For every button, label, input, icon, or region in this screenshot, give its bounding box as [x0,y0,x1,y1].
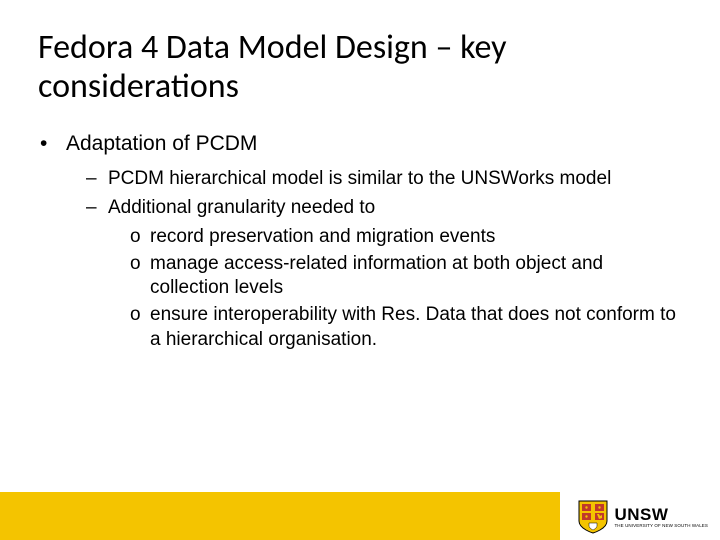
list-item: o record preservation and migration even… [130,225,680,250]
bullet-dash-icon: – [86,196,108,221]
bullet-dash-icon: – [86,167,108,192]
list-text: PCDM hierarchical model is similar to th… [108,167,611,192]
bullet-circle-icon: o [130,225,150,250]
slide-footer: UNSW THE UNIVERSITY OF NEW SOUTH WALES [0,492,720,540]
list-item: o manage access-related information at b… [130,252,680,301]
logo-sub-text: THE UNIVERSITY OF NEW SOUTH WALES [614,524,708,529]
crest-icon [578,500,608,534]
list-item: – Additional granularity needed to [86,196,680,221]
list-text: Adaptation of PCDM [66,130,257,157]
slide-body: • Adaptation of PCDM – PCDM hierarchical… [0,116,720,352]
logo-text: UNSW THE UNIVERSITY OF NEW SOUTH WALES [614,506,708,529]
bullet-circle-icon: o [130,252,150,301]
unsw-logo: UNSW THE UNIVERSITY OF NEW SOUTH WALES [578,500,708,534]
footer-accent-bar [0,492,560,540]
list-text: Additional granularity needed to [108,196,375,221]
bullet-circle-icon: o [130,303,150,352]
list-text: record preservation and migration events [150,225,495,250]
list-item: o ensure interoperability with Res. Data… [130,303,680,352]
list-item: – PCDM hierarchical model is similar to … [86,167,680,192]
slide-title: Fedora 4 Data Model Design – key conside… [0,0,720,116]
list-text: ensure interoperability with Res. Data t… [150,303,680,352]
list-item: • Adaptation of PCDM [40,130,680,157]
list-text: manage access-related information at bot… [150,252,680,301]
bullet-dot-icon: • [40,130,66,157]
logo-main-text: UNSW [614,506,708,523]
